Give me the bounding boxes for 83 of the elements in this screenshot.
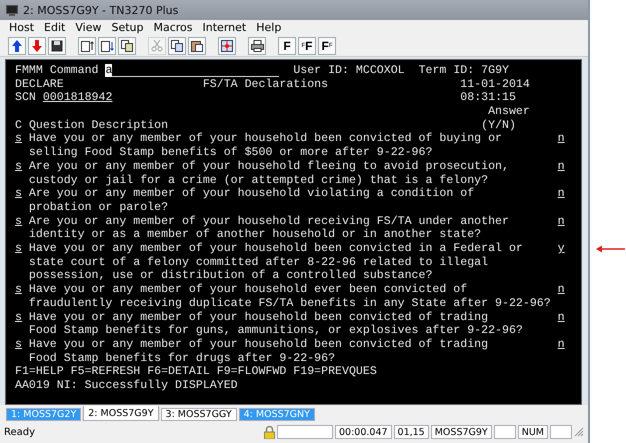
document-button[interactable]	[78, 36, 96, 54]
question-code[interactable]: s	[15, 310, 29, 338]
session-tab[interactable]: 3: MOSS7GGY	[160, 408, 237, 421]
answer-field[interactable]: n	[558, 283, 565, 296]
document-icon	[100, 40, 114, 52]
question-code[interactable]: s	[15, 160, 29, 188]
question-code[interactable]: s	[15, 283, 29, 311]
status-text: Ready	[4, 426, 36, 438]
status-message: AA019 NI: Successfully DISPLAYED	[15, 379, 238, 393]
document-button[interactable]	[118, 36, 136, 54]
question-code[interactable]: s	[15, 242, 29, 284]
document-icon	[80, 40, 94, 52]
save-button[interactable]	[48, 36, 66, 54]
screen-name: DECLARE	[15, 78, 65, 92]
question-code[interactable]: s	[15, 214, 29, 242]
down-button[interactable]	[28, 36, 46, 54]
status-field: 01,15	[394, 425, 429, 439]
menu-item[interactable]: Edit	[39, 21, 70, 34]
copy-button[interactable]	[168, 36, 186, 54]
function-keys: F1=HELP F5=REFRESH F6=DETAIL F9=FLOWFWD F19=PREVQUES	[15, 365, 377, 380]
menu-item[interactable]: Host	[4, 21, 40, 34]
time-text: 08:31:15	[460, 91, 516, 106]
crosshair-icon	[221, 40, 233, 52]
session-tab[interactable]: 2: MOSS7G9Y	[83, 406, 159, 421]
document-button[interactable]	[98, 36, 116, 54]
status-field	[277, 425, 333, 439]
question-text: Are you or any member of your household violating a condition of probation or parole?	[28, 187, 476, 215]
answer-hint: (Y/N)	[481, 118, 516, 132]
answer-field[interactable]: n	[558, 187, 565, 200]
question-text: Are you or any member of your household receiving FS/TA under another identity or as a member of another household or in another state?	[28, 214, 510, 242]
font-size-button[interactable]: F	[278, 36, 296, 54]
up-button[interactable]	[8, 36, 26, 54]
printer-icon	[250, 40, 264, 52]
answer-field[interactable]: n	[558, 160, 565, 173]
question-text: Have you or any member of your household been convicted of trading Food Stamp benefits for drugs after 9-22-96?	[28, 338, 490, 366]
status-field: 00:00.047	[335, 425, 392, 439]
answer-field[interactable]: n	[558, 310, 565, 324]
copy-icon	[171, 40, 183, 52]
save-icon	[51, 40, 63, 52]
terminal-icon	[6, 4, 18, 16]
status-field	[550, 425, 572, 439]
paste-icon	[191, 40, 203, 52]
question-text: Have you or any member of your household been convicted of trading Food Stamp benefits for guns, ammunitions, or explosives after 9-22-96?	[28, 310, 524, 338]
command-label: Command	[50, 64, 99, 78]
scn-value: 0001818942	[42, 91, 114, 106]
cut-icon	[151, 40, 163, 52]
answer-field[interactable]: n	[558, 132, 565, 146]
up-arrow-icon	[11, 40, 23, 52]
term-id: Term ID: 7G9Y	[418, 64, 510, 78]
print-button[interactable]	[248, 36, 266, 54]
documents-icon	[121, 40, 133, 52]
command-field[interactable]: a	[105, 64, 280, 77]
menu-item[interactable]: Help	[251, 21, 286, 34]
answer-field[interactable]: y	[558, 242, 565, 256]
question-text: Have you or any member of your household been convicted of buying or selling Food Stamp benefits of $500 or more after 9-22-96?	[28, 132, 504, 160]
column-c-header: C	[15, 118, 22, 132]
down-arrow-icon	[31, 40, 43, 52]
window-title: 2: MOSS7G9Y - TN3270 Plus	[23, 4, 178, 16]
scn-label: SCN	[15, 91, 36, 106]
question-text: Are you or any member of your household fleeing to avoid prosecution, custody or jail for a crime (or attempted crime) that is a felony?	[28, 160, 510, 188]
paste-button[interactable]	[188, 36, 206, 54]
question-code[interactable]: s	[15, 187, 29, 215]
answer-header: Answer	[488, 105, 530, 119]
menu-item[interactable]: View	[70, 21, 106, 34]
crosshair-button[interactable]	[218, 36, 236, 54]
status-field: MOSS7G9Y	[430, 425, 492, 439]
status-field	[494, 425, 516, 439]
question-text: Have you or any member of your household been convicted in a Federal or state court of a felony committed after 8-22-96 related to illegal possession, use or distribution of a controlled substance?	[28, 242, 524, 284]
answer-field[interactable]: n	[558, 338, 565, 351]
menu-item[interactable]: Macros	[148, 21, 198, 34]
question-code[interactable]: s	[15, 132, 29, 160]
question-text: Have you or any member of your household ever been convicted of fraudulently receiving duplicate FS/TA benefits in any State after 9-22-96?	[28, 283, 551, 311]
screen-title: FS/TA Declarations	[202, 78, 330, 92]
menu-item[interactable]: Internet	[198, 21, 252, 34]
answer-field[interactable]: n	[558, 214, 565, 228]
date-text: 11-01-2014	[460, 78, 530, 92]
status-field: NUM	[518, 425, 548, 439]
description-header: Question Description	[28, 118, 170, 132]
resize-grip-icon	[574, 427, 584, 437]
program-code: FMMM	[15, 64, 43, 78]
menu-item[interactable]: Setup	[106, 21, 148, 34]
question-code[interactable]: s	[15, 338, 29, 366]
user-id: User ID: MCCOXOL	[293, 64, 405, 78]
